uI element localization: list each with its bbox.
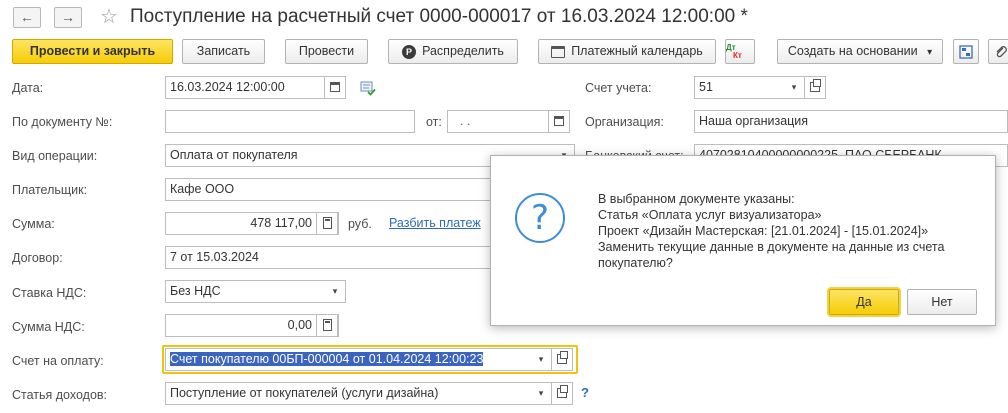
organization-field[interactable]: Наша организация [694, 110, 1008, 133]
dialog-message-line-1: В выбранном документе указаны: [598, 192, 795, 206]
date-field[interactable]: 16.03.2024 12:00:00 [165, 76, 325, 99]
invoice-value: Счет покупателю 00БП-000004 от 01.04.202… [170, 352, 484, 366]
invoice-label: Счет на оплату: [12, 354, 104, 368]
favorite-star-icon[interactable]: ☆ [100, 4, 118, 29]
income-item-label: Статья доходов: [12, 388, 108, 402]
split-payment-link[interactable]: Разбить платеж [389, 216, 481, 230]
post-button[interactable]: Провести [285, 39, 368, 64]
date-picker-button[interactable] [324, 76, 346, 99]
chevron-down-icon: ▾ [927, 47, 933, 58]
invoice-select[interactable]: Счет покупателю 00БП-000004 от 01.04.202… [165, 348, 552, 371]
dialog-message-line-5: покупателю? [598, 256, 673, 270]
from-date-field[interactable]: . . [447, 110, 549, 133]
calendar-icon [330, 82, 340, 93]
open-icon [557, 351, 568, 365]
organization-label: Организация: [585, 115, 664, 129]
no-button[interactable]: Нет [907, 289, 977, 315]
chevron-down-icon: ▾ [538, 388, 544, 398]
chevron-down-icon: ▾ [332, 286, 338, 296]
from-date-label: от: [426, 115, 442, 129]
chevron-down-icon: ▾ [538, 354, 544, 364]
sum-field[interactable]: 478 117,00 [165, 212, 339, 235]
calendar-icon [554, 116, 564, 127]
invoice-open-button[interactable] [551, 348, 573, 371]
operation-type-label: Вид операции: [12, 149, 98, 163]
vat-rate-select[interactable]: Без НДС ▾ [165, 280, 346, 303]
vat-rate-label: Ставка НДС: [12, 286, 87, 300]
account-value: 51 [699, 80, 713, 94]
date-label: Дата: [12, 81, 44, 95]
create-based-on-label: Создать на основании [787, 44, 918, 58]
payment-calendar-label: Платежный календарь [571, 44, 703, 58]
operation-type-value: Оплата от покупателя [170, 148, 298, 162]
vat-rate-value: Без НДС [170, 284, 221, 298]
payer-label: Плательщик: [12, 183, 88, 197]
kt-label: Кт [733, 51, 742, 60]
sum-label: Сумма: [12, 217, 55, 231]
yes-button[interactable]: Да [829, 289, 899, 315]
distribute-label: Распределить [422, 44, 504, 58]
paperclip-icon [996, 45, 1007, 57]
question-icon: ? [515, 193, 565, 243]
from-date-picker-button[interactable] [548, 110, 570, 133]
page-title: Поступление на расчетный счет 0000-00001… [130, 6, 748, 27]
distribute-icon: P [402, 44, 417, 59]
account-label: Счет учета: [585, 81, 652, 95]
create-based-on-button[interactable]: Создать на основании ▾ [777, 39, 943, 64]
arrow-left-icon: ← [20, 9, 34, 25]
vat-sum-field[interactable]: 0,00 [165, 314, 339, 337]
income-item-value: Поступление от покупателей (услуги дизай… [170, 386, 439, 400]
save-button[interactable]: Записать [182, 39, 265, 64]
payment-calendar-button[interactable]: Платежный календарь [538, 39, 716, 64]
doc-number-field[interactable] [165, 110, 415, 133]
post-and-close-button[interactable]: Провести и закрыть [12, 39, 173, 64]
chevron-down-icon: ▾ [791, 82, 797, 92]
doc-number-label: По документу №: [12, 115, 113, 129]
dialog-message-line-4: Заменить текущие данные в документе на д… [598, 240, 945, 254]
calculator-icon [322, 217, 332, 230]
income-item-select[interactable]: Поступление от покупателей (услуги дизай… [165, 382, 552, 405]
open-icon [557, 385, 568, 399]
income-item-open-button[interactable] [551, 382, 573, 405]
sum-calculator-button[interactable] [316, 212, 338, 235]
dt-kt-button[interactable]: Дт Кт [725, 39, 755, 64]
calculator-icon [322, 319, 332, 332]
attach-button[interactable] [988, 39, 1008, 64]
back-button[interactable]: ← [13, 7, 41, 28]
open-icon [810, 79, 821, 93]
distribute-button[interactable]: P Распределить [388, 39, 518, 64]
account-open-button[interactable] [804, 76, 826, 99]
document-status-icon [360, 81, 376, 96]
arrow-right-icon: → [61, 9, 75, 25]
dialog-message-line-2: Статья «Оплата услуг визуализатора» [598, 208, 822, 222]
currency-label: руб. [348, 217, 372, 231]
help-icon[interactable]: ? [581, 385, 589, 400]
contract-label: Договор: [12, 251, 63, 265]
vat-sum-calculator-button[interactable] [316, 314, 338, 337]
confirm-dialog: ? В выбранном документе указаны: Статья … [490, 155, 996, 326]
structure-button[interactable] [953, 39, 979, 64]
vat-sum-label: Сумма НДС: [12, 320, 85, 334]
account-select[interactable]: 51 ▾ [694, 76, 805, 99]
structure-icon [959, 45, 973, 59]
dialog-message-line-3: Проект «Дизайн Мастерская: [21.01.2024] … [598, 224, 929, 238]
forward-button[interactable]: → [54, 7, 82, 28]
calendar-icon [551, 45, 566, 58]
